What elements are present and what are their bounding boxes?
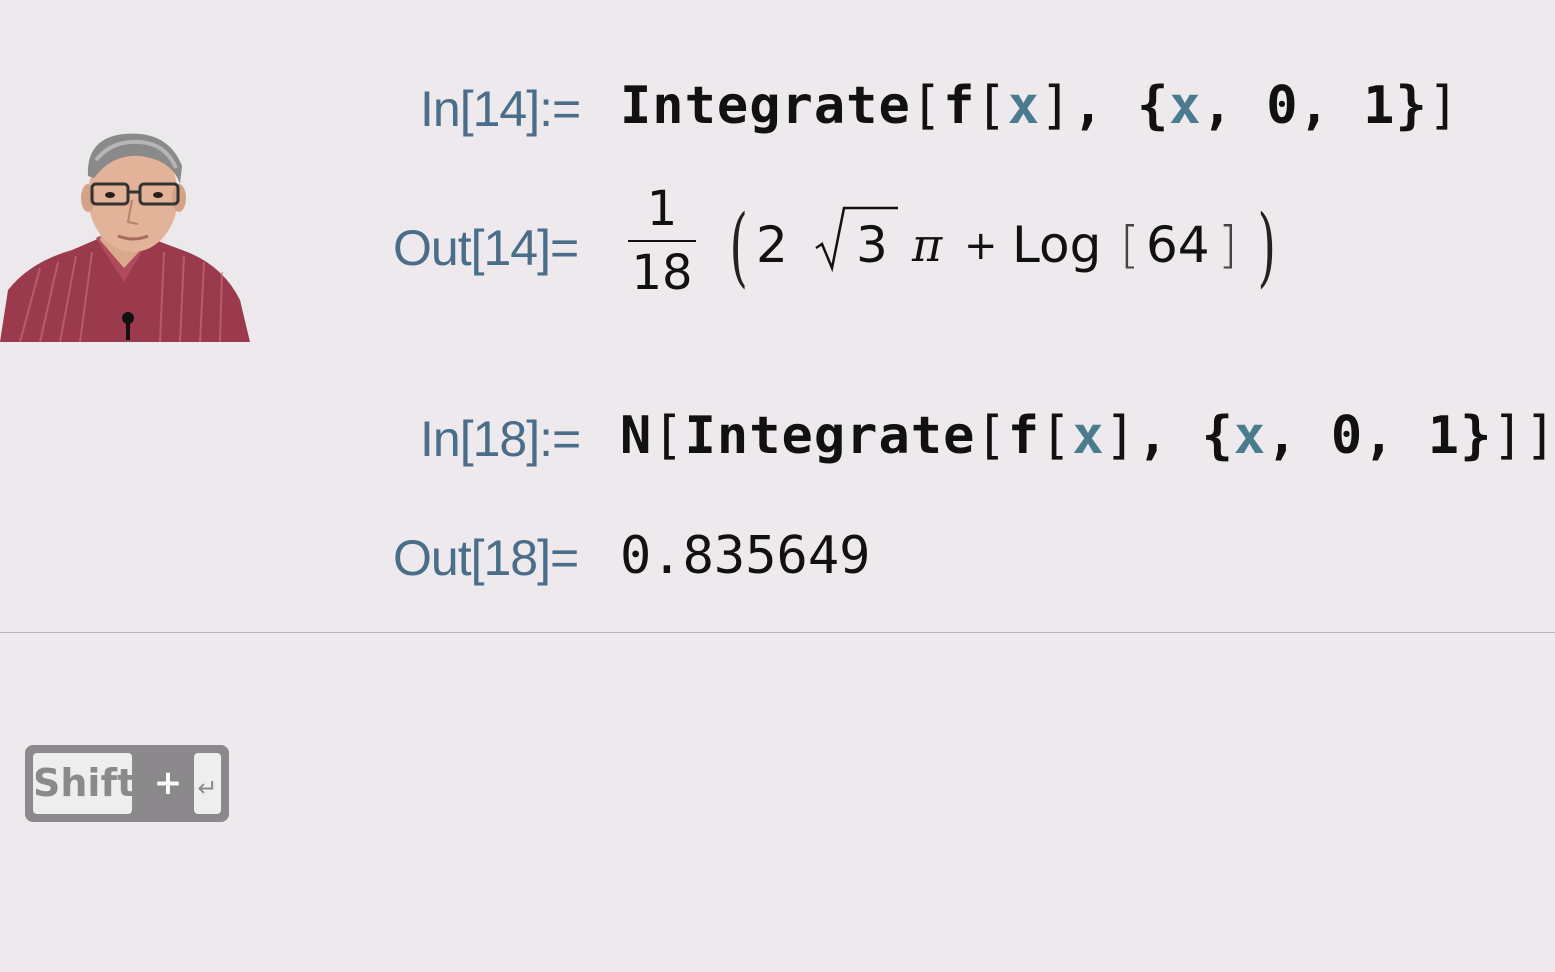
enter-key-icon: ↵ [194, 753, 221, 814]
n-head: N [620, 406, 653, 466]
integrate-head: Integrate [684, 406, 976, 466]
numeric-result: 0.835649 [620, 526, 871, 586]
presenter-portrait [0, 133, 250, 342]
presenter-webcam [0, 0, 250, 342]
input-label-18: In[18]:= [420, 411, 581, 467]
integrate-head: Integrate [620, 76, 911, 136]
log-close-bracket: ] [1218, 216, 1238, 274]
fraction: 1 18 [628, 184, 696, 298]
coefficient: 2 [756, 216, 788, 274]
log-function: Log [1012, 216, 1102, 274]
input-cell-14[interactable]: Integrate[f[x], {x, 0, 1}] [620, 80, 1460, 132]
radicand: 3 [856, 216, 888, 274]
input-label-14: In[14]:= [420, 81, 581, 137]
output-label-14: Out[14]= [393, 220, 579, 276]
variable-x: x [1169, 76, 1202, 136]
right-paren: ) [1257, 197, 1277, 297]
log-argument: 64 [1146, 216, 1210, 274]
variable-x: x [1072, 406, 1105, 466]
output-label-18: Out[18]= [393, 530, 579, 586]
plus-operator: + [964, 223, 998, 269]
shift-key: Shift [33, 753, 135, 814]
left-paren: ( [729, 197, 749, 297]
variable-x: x [1233, 406, 1267, 466]
plus-sign: + [153, 763, 183, 803]
keyboard-shortcut-hint: Shift + ↵ [25, 745, 229, 822]
cell-insertion-line[interactable] [0, 632, 1555, 633]
fraction-denominator: 18 [631, 245, 693, 301]
log-open-bracket: [ [1120, 216, 1140, 274]
variable-x: x [1007, 76, 1041, 136]
fraction-bar [628, 240, 696, 242]
pi-symbol: π [912, 218, 943, 272]
fraction-numerator: 1 [646, 181, 678, 237]
input-cell-18[interactable]: N[Integrate[f[x], {x, 0, 1}]] [620, 410, 1555, 462]
